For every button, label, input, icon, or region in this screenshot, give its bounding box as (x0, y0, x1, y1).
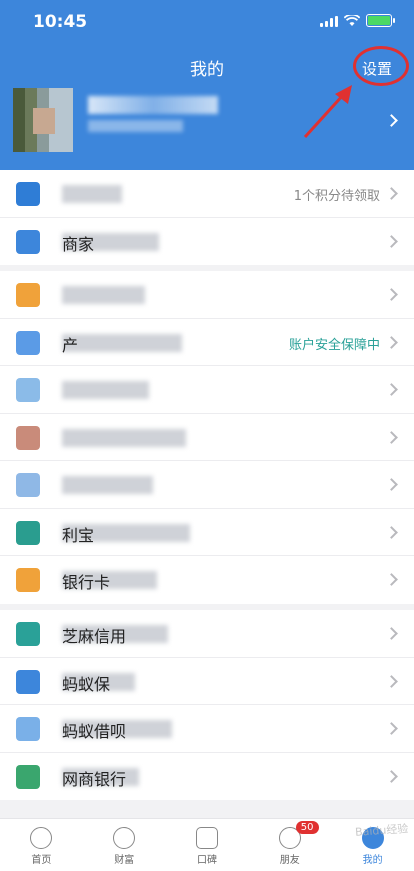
avatar[interactable] (13, 88, 73, 152)
row-status-text: 账户安全保障中 (288, 337, 380, 353)
tab-wealth[interactable]: 财富 (83, 819, 166, 871)
koubei-icon (195, 827, 218, 849)
redacted-text (62, 476, 153, 494)
user-account-redacted (88, 120, 183, 132)
list-row-merchant[interactable]: 商家 (0, 218, 414, 266)
loan-icon (16, 717, 40, 741)
tab-home[interactable]: 首页 (0, 819, 83, 871)
list-row-item5[interactable] (0, 461, 414, 509)
merchant-icon (16, 229, 40, 254)
chevron-right-icon (385, 573, 398, 586)
list-group-1: 1个积分待领取商家 (0, 170, 414, 265)
credit-icon (16, 622, 40, 646)
bank-icon (16, 764, 40, 789)
battery-icon (366, 14, 395, 27)
chevron-right-icon (385, 722, 398, 735)
row-label: 商家 (62, 234, 95, 254)
row-label: 蚂蚁保 (62, 674, 111, 694)
chevron-right-icon (385, 335, 398, 349)
status-icons (320, 14, 395, 27)
redacted-text (62, 381, 149, 399)
insurance-icon (16, 669, 40, 694)
row-label: 网商银行 (62, 769, 127, 789)
yuebao-icon (16, 520, 40, 545)
redacted-text (62, 185, 122, 203)
annotation-arrow (303, 85, 352, 139)
chevron-right-icon (385, 114, 398, 127)
row-status-text: 1个积分待领取 (293, 189, 380, 204)
row-label: 产 (62, 335, 79, 355)
row-label: 银行卡 (62, 573, 111, 592)
list-group-2: 产 账户安全保障中利宝银行卡 (0, 271, 414, 604)
points-icon (16, 182, 40, 206)
list-group-3: 芝麻信用蚂蚁保蚂蚁借呗网商银行 (0, 610, 414, 800)
bill-icon (16, 283, 40, 307)
tab-friends[interactable]: 朋友 50 (248, 819, 331, 871)
chevron-right-icon (385, 769, 398, 783)
item3-icon (16, 378, 40, 402)
list-row-loan[interactable]: 蚂蚁借呗 (0, 705, 414, 753)
row-label: 利宝 (62, 525, 95, 545)
chevron-right-icon (385, 234, 398, 248)
list-row-bank[interactable]: 网商银行 (0, 753, 414, 801)
item4-icon (16, 425, 40, 450)
row-label: 蚂蚁借呗 (62, 722, 127, 741)
list-row-bill[interactable] (0, 271, 414, 319)
redacted-text (62, 333, 182, 352)
wifi-icon (344, 15, 360, 26)
tab-label: 财富 (114, 855, 135, 866)
home-icon (30, 827, 53, 849)
list-row-item3[interactable] (0, 366, 414, 414)
tab-bar: 首页 财富 口碑 朋友 50 我的 (0, 818, 414, 871)
list-row-yuebao[interactable]: 利宝 (0, 509, 414, 556)
tab-label: 口碑 (196, 855, 217, 866)
list-row-credit[interactable]: 芝麻信用 (0, 610, 414, 658)
redacted-text (62, 428, 186, 447)
item5-icon (16, 473, 40, 497)
profile-header: 10:45 我的 设置 (0, 0, 414, 170)
chevron-right-icon (385, 187, 398, 200)
chevron-right-icon (385, 674, 398, 688)
chevron-right-icon (385, 288, 398, 301)
tab-label: 朋友 (279, 855, 300, 866)
signal-icon (320, 16, 338, 27)
assets-icon (16, 330, 40, 355)
yen-icon (113, 827, 136, 849)
notification-badge: 50 (295, 821, 319, 834)
list-row-points[interactable]: 1个积分待领取 (0, 170, 414, 218)
row-label: 芝麻信用 (62, 627, 127, 646)
page-title: 我的 (190, 60, 224, 80)
tab-label: 首页 (31, 855, 52, 866)
chevron-right-icon (385, 383, 398, 396)
bankcard-icon (16, 568, 40, 592)
annotation-circle (353, 46, 409, 86)
user-name-redacted (88, 96, 218, 114)
chevron-right-icon (385, 430, 398, 444)
chevron-right-icon (385, 525, 398, 539)
list-row-assets[interactable]: 产 账户安全保障中 (0, 319, 414, 366)
chevron-right-icon (385, 627, 398, 640)
chevron-right-icon (385, 478, 398, 491)
list-row-insurance[interactable]: 蚂蚁保 (0, 658, 414, 705)
status-time: 10:45 (33, 12, 88, 32)
list-row-item4[interactable] (0, 414, 414, 461)
tab-koubei[interactable]: 口碑 (166, 819, 249, 871)
tab-label: 我的 (362, 855, 383, 866)
redacted-text (62, 286, 145, 304)
list-row-bankcard[interactable]: 银行卡 (0, 556, 414, 604)
